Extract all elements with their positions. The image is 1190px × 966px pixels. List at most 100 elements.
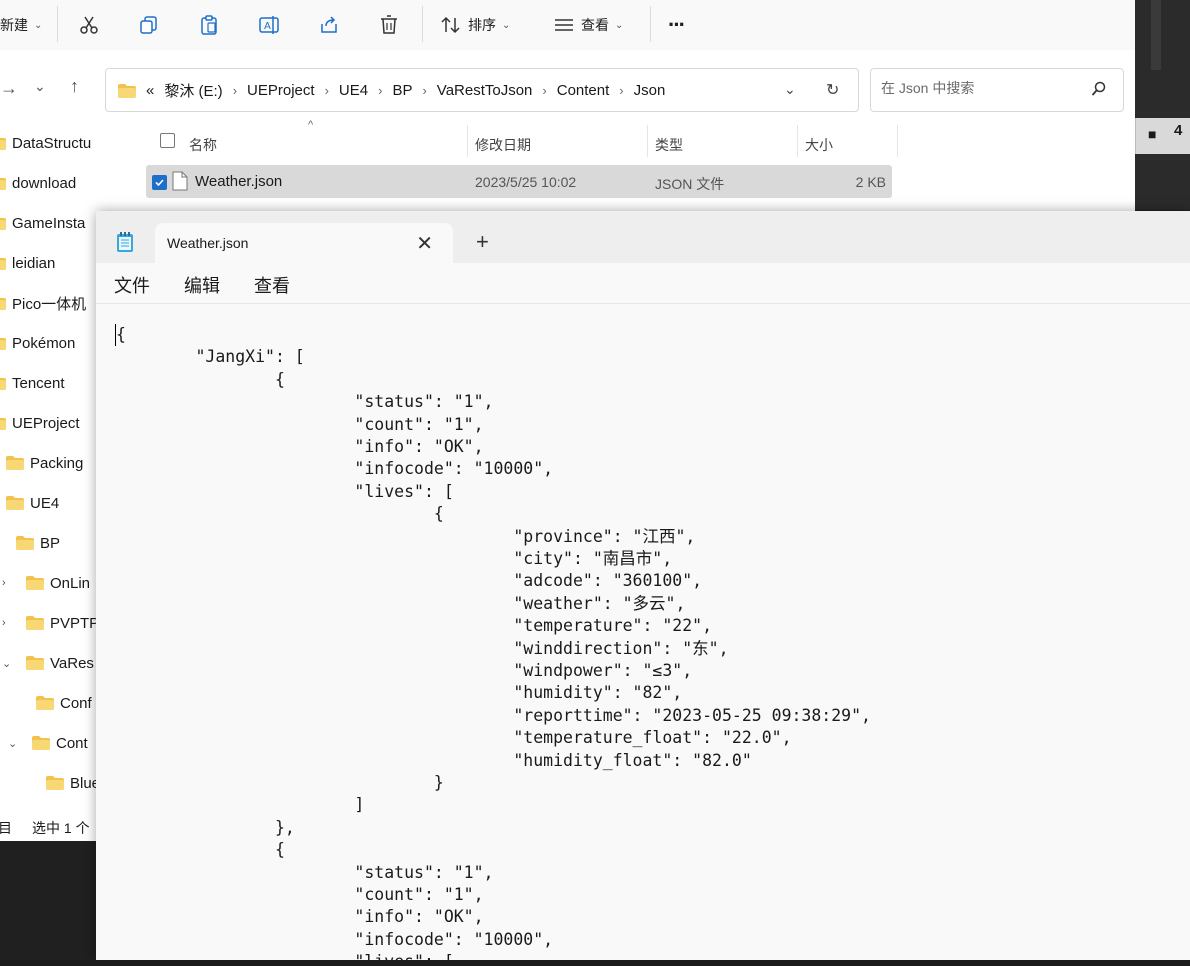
- delete-button[interactable]: [378, 8, 400, 42]
- column-divider[interactable]: [647, 125, 648, 157]
- svg-text:A: A: [264, 21, 271, 32]
- chevron-right-icon: ›: [619, 83, 624, 98]
- notepad-titlebar: Weather.json ✕ +: [96, 211, 1190, 263]
- file-type: JSON 文件: [655, 176, 725, 192]
- column-header-size[interactable]: 大小: [805, 131, 833, 159]
- sidebar-item-label: VaRes: [50, 654, 94, 672]
- chevron-right-icon[interactable]: ›: [2, 617, 12, 629]
- sidebar-item[interactable]: UEProject: [0, 403, 80, 443]
- new-button[interactable]: 新建 ⌄: [0, 8, 42, 42]
- up-arrow-icon[interactable]: ↑: [70, 76, 79, 97]
- chevron-right-icon: ›: [422, 83, 427, 98]
- text-line: ]: [116, 795, 365, 815]
- select-all-checkbox[interactable]: [160, 133, 175, 148]
- folder-icon: [32, 736, 50, 750]
- copy-button[interactable]: [138, 8, 160, 42]
- sidebar-item[interactable]: Pico一体机: [0, 283, 86, 323]
- folder-icon: [0, 136, 6, 150]
- breadcrumb-bp[interactable]: BP: [392, 82, 412, 99]
- notepad-text-editor[interactable]: { "JangXi": [ { "status": "1", "count": …: [96, 304, 1190, 960]
- column-header-modified[interactable]: 修改日期: [475, 131, 531, 159]
- address-bar[interactable]: « 黎沐 (E:) › UEProject › UE4 › BP › VaRes…: [105, 68, 859, 112]
- cut-button[interactable]: [78, 8, 100, 42]
- column-divider[interactable]: [467, 125, 468, 157]
- breadcrumb-content[interactable]: Content: [557, 82, 610, 99]
- column-divider[interactable]: [897, 125, 898, 157]
- breadcrumb-varesttojson[interactable]: VaRestToJson: [437, 82, 533, 99]
- text-line: "JangXi": [: [116, 347, 305, 367]
- text-line: "weather": "多云",: [116, 593, 686, 613]
- sidebar-item[interactable]: Pokémon: [0, 323, 75, 363]
- chevron-down-icon[interactable]: ⌄: [2, 657, 12, 670]
- column-divider[interactable]: [797, 125, 798, 157]
- folder-icon: [6, 496, 24, 510]
- breadcrumb-json[interactable]: Json: [634, 82, 666, 99]
- rename-icon: A: [259, 16, 279, 34]
- breadcrumb-ueproject[interactable]: UEProject: [247, 82, 315, 99]
- selected-count: 选中 1 个: [32, 820, 90, 836]
- sidebar-item[interactable]: UE4: [6, 483, 59, 523]
- background-badge: 4: [1174, 122, 1183, 139]
- breadcrumb-overflow[interactable]: «: [146, 82, 154, 99]
- sidebar-item[interactable]: Tencent: [0, 363, 65, 403]
- folder-icon: [16, 536, 34, 550]
- rename-button[interactable]: A: [258, 8, 280, 42]
- search-icon: [1091, 81, 1106, 96]
- search-input[interactable]: [879, 79, 1083, 97]
- more-options-button[interactable]: ···: [668, 8, 686, 42]
- forward-arrow-icon[interactable]: →: [0, 78, 18, 99]
- sidebar-item[interactable]: › PVPTP: [2, 603, 99, 643]
- trash-icon: [381, 15, 397, 34]
- sidebar-item[interactable]: Blue: [46, 763, 100, 803]
- breadcrumb-ue4[interactable]: UE4: [339, 82, 368, 99]
- toolbar-divider: [57, 6, 58, 42]
- view-button[interactable]: 查看 ⌄: [553, 8, 623, 42]
- sidebar-item[interactable]: download: [0, 163, 76, 203]
- search-box[interactable]: [870, 68, 1124, 112]
- sidebar-item[interactable]: Conf: [36, 683, 92, 723]
- recent-locations-chevron-icon[interactable]: ⌄: [34, 78, 46, 95]
- column-header-type[interactable]: 类型: [655, 131, 683, 159]
- text-line: "province": "江西",: [116, 526, 696, 546]
- menu-edit[interactable]: 编辑: [184, 272, 220, 298]
- file-modified: 2023/5/25 10:02: [475, 174, 577, 190]
- explorer-toolbar: 新建 ⌄ A 排序 ⌄ 查看 ⌄ ···: [0, 0, 1135, 50]
- menu-file[interactable]: 文件: [114, 272, 150, 298]
- share-button[interactable]: [318, 8, 340, 42]
- file-checkbox[interactable]: [152, 175, 167, 190]
- notepad-window: Weather.json ✕ + 文件 编辑 查看 { "JangXi": [ …: [96, 211, 1190, 960]
- sidebar-item[interactable]: GameInsta: [0, 203, 85, 243]
- sort-button[interactable]: 排序 ⌄: [440, 8, 510, 42]
- sidebar-item[interactable]: ⌄ VaRes: [2, 643, 94, 683]
- text-line: "lives": [: [116, 481, 454, 501]
- sidebar-item[interactable]: Packing: [6, 443, 83, 483]
- text-line: }: [116, 773, 444, 792]
- text-line: "info": "OK",: [116, 907, 484, 927]
- sidebar-item[interactable]: BP: [16, 523, 60, 563]
- chevron-down-icon[interactable]: ⌄: [8, 737, 18, 750]
- file-row[interactable]: Weather.json 2023/5/25 10:02 JSON 文件 2 K…: [146, 165, 892, 198]
- sidebar-item[interactable]: ⌄ Cont: [8, 723, 88, 763]
- notepad-tab[interactable]: Weather.json ✕: [155, 223, 453, 263]
- sidebar-item[interactable]: › OnLin: [2, 563, 90, 603]
- toolbar-divider: [650, 6, 651, 42]
- paste-button[interactable]: [198, 8, 220, 42]
- chevron-right-icon[interactable]: ›: [2, 577, 12, 589]
- column-header-name[interactable]: 名称: [189, 131, 217, 159]
- view-lines-icon: [555, 19, 573, 31]
- close-tab-icon[interactable]: ✕: [416, 231, 433, 256]
- menu-view[interactable]: 查看: [254, 272, 290, 298]
- sidebar-item-label: Packing: [30, 454, 84, 472]
- refresh-icon[interactable]: ↻: [826, 80, 839, 100]
- breadcrumb-drive[interactable]: 黎沐 (E:): [164, 80, 222, 101]
- new-tab-plus-icon[interactable]: +: [476, 229, 489, 255]
- text-line: "winddirection": "东",: [116, 638, 729, 658]
- camera-icon: ■: [1148, 126, 1157, 142]
- chevron-right-icon: ›: [324, 83, 329, 98]
- text-line: {: [116, 504, 444, 524]
- sidebar-item[interactable]: leidian: [0, 243, 55, 283]
- address-history-chevron-icon[interactable]: ⌄: [784, 81, 796, 98]
- sidebar-item[interactable]: DataStructu: [0, 123, 91, 163]
- chevron-right-icon: ›: [378, 83, 383, 98]
- chevron-down-icon: ⌄: [615, 19, 624, 31]
